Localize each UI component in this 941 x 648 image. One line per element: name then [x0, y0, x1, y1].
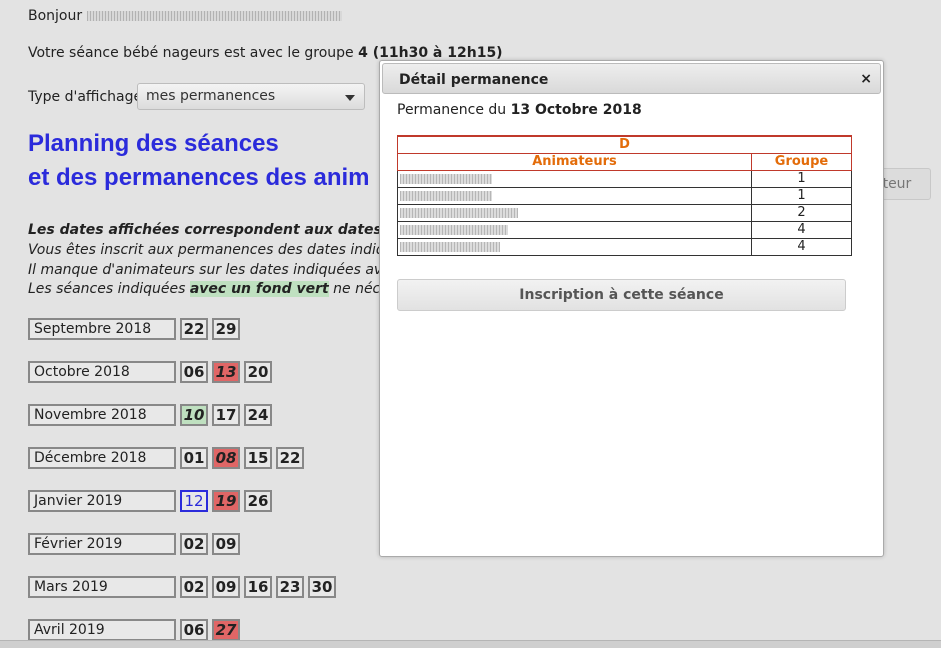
animator-name: [397, 221, 752, 239]
animator-name: [397, 170, 752, 188]
note-green-text: Les séances indiquées: [28, 281, 190, 297]
day-cell[interactable]: 16: [244, 576, 272, 598]
month-label: Décembre 2018: [28, 447, 176, 469]
display-type-select[interactable]: mes permanences: [137, 83, 365, 110]
day-cell[interactable]: 24: [244, 404, 272, 426]
month-row: Novembre 2018 10 17 24: [28, 404, 276, 426]
day-cell[interactable]: 09: [212, 533, 240, 555]
column-header-animators: Animateurs: [397, 153, 752, 171]
redacted-name: [400, 207, 518, 218]
redacted-name: [400, 224, 508, 235]
month-label: Mars 2019: [28, 576, 176, 598]
page-title-line1: Planning des séances: [28, 130, 279, 157]
day-cell[interactable]: 26: [244, 490, 272, 512]
signup-session-button[interactable]: Inscription à cette séance: [397, 279, 846, 311]
column-header-group: Groupe: [751, 153, 852, 171]
dialog-title: Détail permanence: [399, 72, 549, 88]
day-cell-missing[interactable]: 08: [212, 447, 240, 469]
day-cell[interactable]: 23: [276, 576, 304, 598]
day-cell-ok[interactable]: 10: [180, 404, 208, 426]
day-cell[interactable]: 17: [212, 404, 240, 426]
page-title-line2: et des permanences des anim: [28, 164, 370, 191]
session-info: Votre séance bébé nageurs est avec le gr…: [28, 45, 503, 61]
month-label: Janvier 2019: [28, 490, 176, 512]
animator-group: 2: [751, 204, 852, 222]
dialog-header: Détail permanence ×: [382, 63, 881, 94]
animators-table: D Animateurs Groupe 1 1 2 4 4: [397, 135, 852, 256]
day-cell-missing[interactable]: 19: [212, 490, 240, 512]
note-missing: Il manque d'animateurs sur les dates ind…: [28, 262, 420, 278]
chevron-down-icon: [345, 95, 355, 101]
month-row: Décembre 2018 01 08 15 22: [28, 447, 308, 469]
day-cell-registered[interactable]: 12: [180, 490, 208, 512]
animator-group: 4: [751, 238, 852, 256]
session-text: Votre séance bébé nageurs est avec le gr…: [28, 45, 359, 61]
greeting-prefix: Bonjour: [28, 8, 83, 24]
month-row: Avril 2019 06 27: [28, 619, 244, 641]
month-label: Avril 2019: [28, 619, 176, 641]
table-row: 1: [397, 187, 852, 205]
note-green-highlight: avec un fond vert: [189, 281, 329, 297]
table-row: 1: [397, 170, 852, 188]
redacted-name: [400, 190, 492, 201]
month-label: Septembre 2018: [28, 318, 176, 340]
month-row: Février 2019 02 09: [28, 533, 244, 555]
animator-group: 4: [751, 221, 852, 239]
day-cell[interactable]: 29: [212, 318, 240, 340]
display-type-label: Type d'affichage: [28, 89, 143, 105]
permanence-detail-dialog: Détail permanence × Permanence du 13 Oct…: [379, 60, 884, 557]
animator-name: [397, 238, 752, 256]
note-green: Les séances indiquées avec un fond vert …: [28, 281, 421, 297]
day-cell[interactable]: 02: [180, 533, 208, 555]
day-cell[interactable]: 06: [180, 619, 208, 641]
animator-name: [397, 204, 752, 222]
day-cell-missing[interactable]: 13: [212, 361, 240, 383]
day-cell[interactable]: 22: [180, 318, 208, 340]
greeting: Bonjour: [28, 8, 342, 24]
dialog-date: 13 Octobre 2018: [510, 102, 642, 118]
dialog-subtitle-text: Permanence du: [397, 102, 511, 118]
month-row: Janvier 2019 12 19 26: [28, 490, 276, 512]
table-row: 4: [397, 221, 852, 239]
day-cell[interactable]: 01: [180, 447, 208, 469]
note-missing-text: Il manque d'animateurs sur les dates ind…: [28, 262, 403, 278]
day-cell[interactable]: 20: [244, 361, 272, 383]
day-cell[interactable]: 02: [180, 576, 208, 598]
month-row: Septembre 2018 22 29: [28, 318, 244, 340]
session-group: 4 (11h30 à 12h15): [358, 45, 503, 61]
table-group-header: D: [397, 135, 852, 154]
animator-name: [397, 187, 752, 205]
month-row: Mars 2019 02 09 16 23 30: [28, 576, 340, 598]
month-label: Février 2019: [28, 533, 176, 555]
day-cell[interactable]: 22: [276, 447, 304, 469]
display-type-selected: mes permanences: [146, 88, 276, 104]
day-cell[interactable]: 06: [180, 361, 208, 383]
table-row: 2: [397, 204, 852, 222]
redacted-name: [400, 173, 492, 184]
note-dates: Les dates affichées correspondent aux da…: [28, 222, 428, 238]
animator-group: 1: [751, 187, 852, 205]
redacted-name: [400, 241, 500, 252]
close-icon[interactable]: ×: [860, 71, 872, 87]
table-row: 4: [397, 238, 852, 256]
month-row: Octobre 2018 06 13 20: [28, 361, 276, 383]
month-label: Octobre 2018: [28, 361, 176, 383]
redacted-username: [86, 11, 342, 21]
note-registered: Vous êtes inscrit aux permanences des da…: [28, 242, 419, 258]
month-label: Novembre 2018: [28, 404, 176, 426]
day-cell-missing[interactable]: 27: [212, 619, 240, 641]
day-cell[interactable]: 09: [212, 576, 240, 598]
animator-group: 1: [751, 170, 852, 188]
dialog-subtitle: Permanence du 13 Octobre 2018: [397, 102, 642, 118]
day-cell[interactable]: 15: [244, 447, 272, 469]
day-cell[interactable]: 30: [308, 576, 336, 598]
